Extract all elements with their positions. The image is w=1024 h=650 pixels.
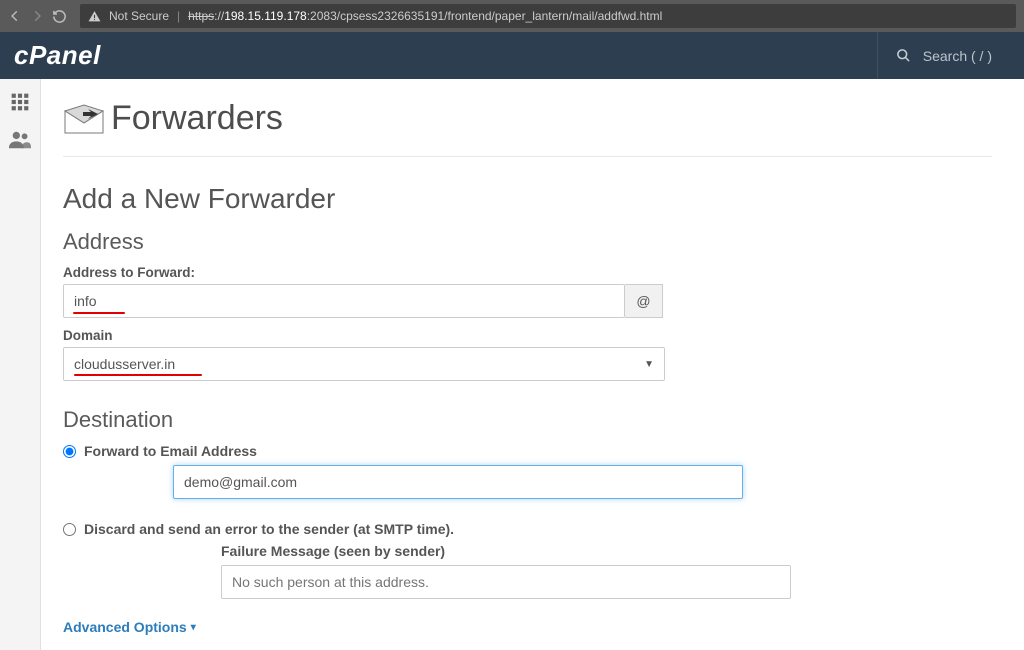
- insecure-icon: [88, 10, 101, 23]
- section-address: Address: [63, 229, 992, 255]
- label-failure-message: Failure Message (seen by sender): [221, 543, 992, 559]
- reload-button[interactable]: [52, 9, 74, 24]
- forwarder-icon: [63, 103, 101, 135]
- radio-discard[interactable]: [63, 523, 76, 536]
- label-address-to-forward: Address to Forward:: [63, 265, 992, 280]
- at-addon: @: [625, 284, 663, 318]
- section-add-forwarder: Add a New Forwarder: [63, 183, 992, 215]
- address-input[interactable]: [63, 284, 625, 318]
- label-domain: Domain: [63, 328, 992, 343]
- radio-forward-label: Forward to Email Address: [84, 443, 257, 459]
- chevron-down-icon: ▼: [644, 359, 654, 370]
- security-label: Not Secure: [109, 9, 169, 23]
- url-host: 198.15.119.178: [224, 9, 307, 23]
- section-destination: Destination: [63, 407, 992, 433]
- browser-chrome: Not Secure | https://198.15.119.178:2083…: [0, 0, 1024, 32]
- main-content: Forwarders Add a New Forwarder Address A…: [41, 79, 1024, 650]
- advanced-options-label: Advanced Options: [63, 619, 187, 635]
- domain-select[interactable]: cloudusserver.in ▼: [63, 347, 665, 381]
- app-header: cPanel Search ( / ): [0, 32, 1024, 79]
- caret-down-icon: ▾: [191, 622, 196, 633]
- header-search[interactable]: Search ( / ): [877, 32, 1010, 79]
- left-sidebar: [0, 79, 41, 650]
- failure-message-input[interactable]: [221, 565, 791, 599]
- url-rest: :2083/cpsess2326635191/frontend/paper_la…: [307, 9, 663, 23]
- page-title: Forwarders: [111, 99, 283, 138]
- apps-grid-icon[interactable]: [5, 87, 35, 117]
- users-icon[interactable]: [5, 125, 35, 155]
- search-placeholder: Search ( / ): [923, 48, 992, 64]
- url-scheme: https: [188, 9, 214, 23]
- domain-selected-value: cloudusserver.in: [74, 356, 175, 372]
- forward-email-input[interactable]: [173, 465, 743, 499]
- search-icon: [896, 48, 911, 63]
- forward-button[interactable]: [30, 9, 52, 23]
- url-separator: |: [177, 9, 180, 23]
- page-title-row: Forwarders: [63, 89, 992, 157]
- radio-forward[interactable]: [63, 445, 76, 458]
- address-bar[interactable]: Not Secure | https://198.15.119.178:2083…: [80, 4, 1016, 28]
- back-button[interactable]: [8, 9, 30, 23]
- advanced-options-toggle[interactable]: Advanced Options ▾: [63, 619, 196, 635]
- radio-discard-label: Discard and send an error to the sender …: [84, 521, 454, 537]
- cpanel-logo: cPanel: [14, 40, 101, 71]
